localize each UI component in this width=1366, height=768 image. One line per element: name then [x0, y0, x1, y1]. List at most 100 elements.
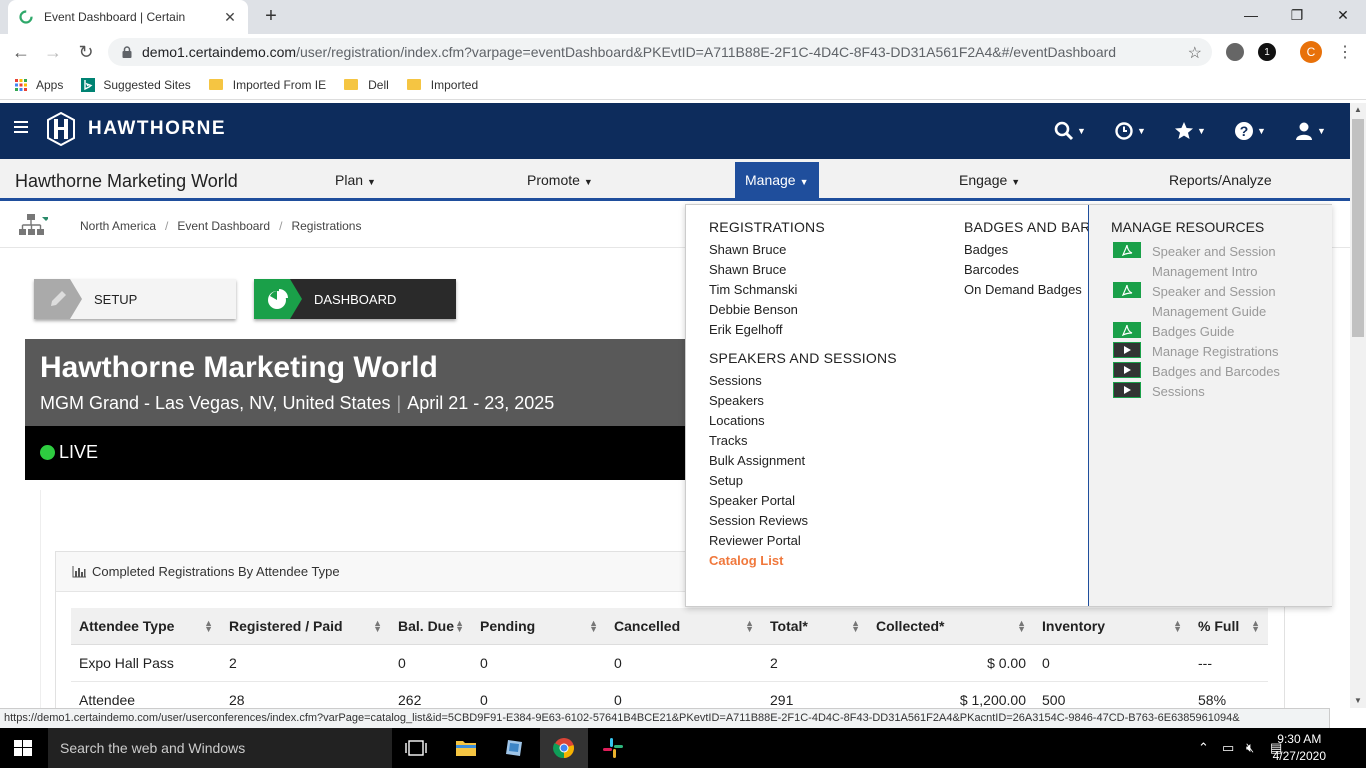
sort-icon: ▲ ▼ — [745, 618, 754, 634]
bookmark-imported-from-ie[interactable]: Imported From IE — [208, 78, 326, 92]
help-menu[interactable]: ? ▼ — [1234, 119, 1266, 143]
menu-item-registration[interactable]: Shawn Bruce — [709, 240, 897, 260]
profile-avatar[interactable]: C — [1300, 41, 1322, 63]
brand-name: HAWTHORNE — [88, 118, 227, 139]
menu-item-registration[interactable]: Shawn Bruce — [709, 260, 897, 280]
nav-manage[interactable]: Manage ▼ — [735, 162, 819, 198]
setup-button[interactable]: SETUP — [34, 279, 236, 319]
dashboard-button[interactable]: DASHBOARD — [254, 279, 456, 319]
brand-logo[interactable]: HAWTHORNE — [46, 112, 226, 146]
nav-reports-analyze[interactable]: Reports/Analyze — [1159, 162, 1282, 198]
bookmark-dell[interactable]: Dell — [344, 78, 389, 92]
menu-item-on-demand-badges[interactable]: On Demand Badges — [964, 280, 1088, 300]
url-field[interactable]: demo1.certaindemo.com/user/registration/… — [108, 38, 1212, 66]
slack-icon[interactable] — [601, 736, 625, 760]
chrome-icon[interactable] — [552, 736, 576, 760]
nav-event-title: Hawthorne Marketing World — [15, 171, 238, 191]
nav-engage[interactable]: Engage ▼ — [949, 162, 1030, 198]
forward-icon[interactable]: → — [42, 41, 64, 63]
breadcrumb-north-america[interactable]: North America — [80, 219, 156, 233]
bookmark-imported[interactable]: Imported — [406, 78, 478, 92]
menu-item-setup[interactable]: Setup — [709, 471, 897, 491]
bookmark-label: Dell — [368, 77, 389, 92]
col-cancelled[interactable]: Cancelled ▲ ▼ — [606, 608, 762, 645]
resource-link[interactable]: Speaker and Session Management Guide — [1113, 282, 1302, 322]
favorites-menu[interactable]: ▼ — [1174, 119, 1206, 143]
tray-chevron-icon[interactable]: ⌃ — [1198, 740, 1209, 756]
breadcrumb-event-dashboard[interactable]: Event Dashboard — [177, 219, 270, 233]
volume-mute-icon[interactable]: 🔇︎ — [1246, 740, 1254, 756]
tab-close-icon[interactable]: ✕ — [222, 9, 238, 25]
nav-label: Engage — [959, 172, 1008, 188]
menu-item-tracks[interactable]: Tracks — [709, 431, 897, 451]
menu-item-reviewer-portal[interactable]: Reviewer Portal — [709, 531, 897, 551]
menu-item-registration[interactable]: Tim Schmanski — [709, 280, 897, 300]
resource-link[interactable]: Speaker and Session Management Intro — [1113, 242, 1302, 282]
col-percent-full[interactable]: % Full ▲ ▼ — [1190, 608, 1268, 645]
history-menu[interactable]: ▼ — [1114, 119, 1146, 143]
minimize-icon[interactable]: — — [1228, 0, 1274, 30]
app-icon[interactable] — [503, 736, 527, 760]
status-bar-url: https://demo1.certaindemo.com/user/userc… — [0, 708, 1330, 728]
svg-text:?: ? — [1240, 123, 1249, 139]
back-icon[interactable]: ← — [10, 41, 32, 63]
window-close-icon[interactable]: ✕ — [1320, 0, 1366, 30]
scroll-down-icon[interactable]: ▼ — [1350, 694, 1366, 708]
col-bal-due[interactable]: Bal. Due ▲ ▼ — [390, 608, 472, 645]
battery-icon[interactable]: ▭ — [1222, 740, 1234, 756]
task-view-icon[interactable] — [404, 736, 428, 760]
nav-plan[interactable]: Plan ▼ — [325, 162, 386, 198]
menu-item-locations[interactable]: Locations — [709, 411, 897, 431]
resource-link[interactable]: Sessions — [1113, 382, 1302, 402]
bookmark-star-icon[interactable]: ☆ — [1188, 43, 1202, 63]
bookmark-suggested-sites[interactable]: Suggested Sites — [81, 77, 191, 92]
col-total[interactable]: Total* ▲ ▼ — [762, 608, 868, 645]
event-dates: April 21 - 23, 2025 — [407, 393, 555, 413]
taskbar-search-input[interactable]: Search the web and Windows — [48, 728, 392, 768]
menu-item-speaker-portal[interactable]: Speaker Portal — [709, 491, 897, 511]
browser-tab[interactable]: Event Dashboard | Certain ✕ — [8, 0, 248, 34]
menu-item-badges[interactable]: Badges — [964, 240, 1088, 260]
scrollbar-thumb[interactable] — [1352, 119, 1364, 337]
menu-item-speakers[interactable]: Speakers — [709, 391, 897, 411]
manage-dropdown-menu: REGISTRATIONS Shawn Bruce Shawn Bruce Ti… — [685, 204, 1332, 607]
menu-heading-registrations: REGISTRATIONS — [709, 219, 825, 235]
system-clock[interactable]: 9:30 AM 4/27/2020 — [1273, 731, 1326, 765]
col-inventory[interactable]: Inventory ▲ ▼ — [1034, 608, 1190, 645]
new-tab-icon[interactable]: + — [260, 6, 282, 28]
menu-item-sessions[interactable]: Sessions — [709, 371, 897, 391]
user-menu[interactable]: ▼ — [1294, 119, 1326, 143]
extension-badge-icon[interactable]: 1 — [1258, 43, 1276, 61]
file-explorer-icon[interactable] — [454, 736, 478, 760]
video-icon — [1113, 342, 1141, 358]
menu-item-registration[interactable]: Erik Egelhoff — [709, 320, 897, 340]
menu-item-session-reviews[interactable]: Session Reviews — [709, 511, 897, 531]
table-row: Expo Hall Pass 2 0 0 0 2 $ 0.00 0 --- — [71, 644, 1268, 682]
clock-date: 4/27/2020 — [1272, 749, 1326, 763]
menu-item-catalog-list[interactable]: Catalog List — [709, 551, 897, 571]
menu-item-bulk-assignment[interactable]: Bulk Assignment — [709, 451, 897, 471]
reload-icon[interactable]: ↻ — [75, 41, 97, 63]
page-scrollbar[interactable]: ▲ ▼ — [1350, 103, 1366, 708]
resource-link[interactable]: Manage Registrations — [1113, 342, 1302, 362]
maximize-icon[interactable]: ❐ — [1274, 0, 1320, 30]
resource-label: Badges Guide — [1152, 324, 1235, 339]
chrome-menu-icon[interactable]: ⋮ — [1334, 41, 1356, 63]
menu-item-registration[interactable]: Debbie Benson — [709, 300, 897, 320]
scroll-up-icon[interactable]: ▲ — [1350, 103, 1366, 117]
nav-promote[interactable]: Promote ▼ — [517, 162, 603, 198]
col-pending[interactable]: Pending ▲ ▼ — [472, 608, 606, 645]
extension-icon[interactable] — [1226, 43, 1244, 61]
hamburger-menu-icon[interactable] — [14, 121, 28, 133]
col-collected[interactable]: Collected* ▲ ▼ — [868, 608, 1034, 645]
org-hierarchy-icon[interactable] — [18, 213, 50, 239]
col-registered-paid[interactable]: Registered / Paid ▲ ▼ — [221, 608, 390, 645]
menu-item-barcodes[interactable]: Barcodes — [964, 260, 1088, 280]
bookmark-apps[interactable]: Apps — [14, 78, 63, 92]
resource-link[interactable]: Badges Guide — [1113, 322, 1302, 342]
col-attendee-type[interactable]: Attendee Type ▲ ▼ — [71, 608, 221, 645]
app-header: HAWTHORNE ▼ ▼ ▼ ? ▼ ▼ — [0, 103, 1350, 159]
windows-start-icon[interactable] — [14, 740, 32, 756]
search-menu[interactable]: ▼ — [1054, 119, 1086, 143]
resource-link[interactable]: Badges and Barcodes — [1113, 362, 1302, 382]
